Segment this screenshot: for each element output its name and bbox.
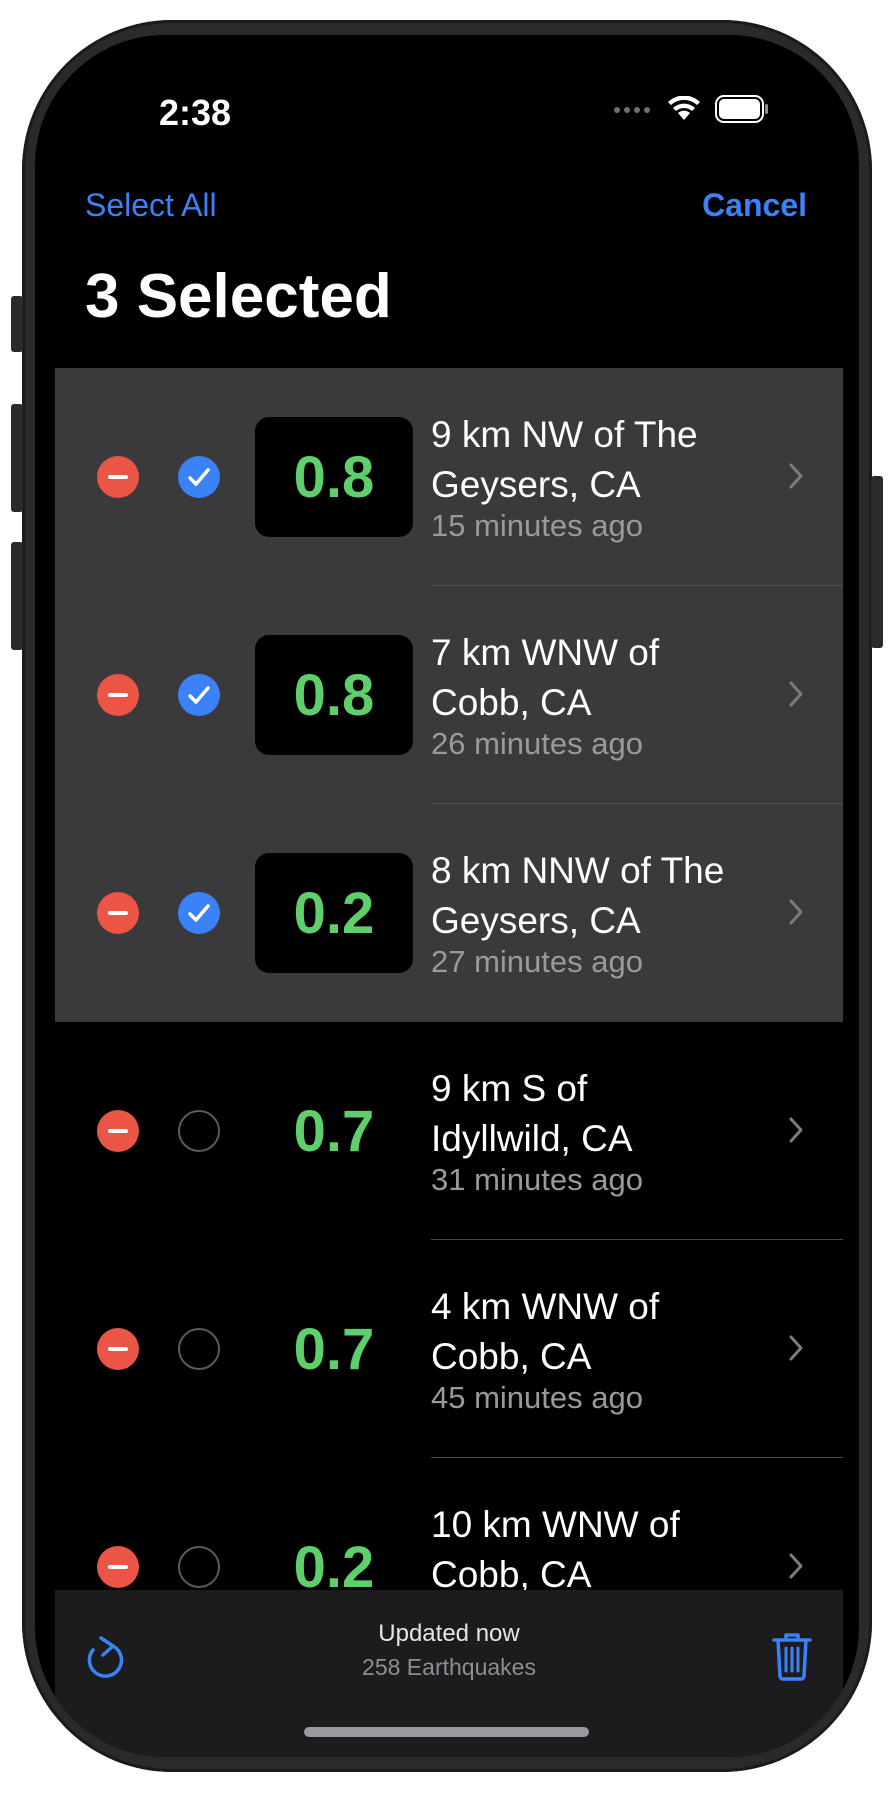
list-item[interactable]: 0.7 9 km S of Idyllwild, CA 31 minutes a… <box>55 1022 843 1240</box>
chevron-right-icon <box>789 899 803 925</box>
updated-label: Updated now <box>378 1620 520 1647</box>
delete-icon[interactable] <box>97 1110 139 1152</box>
screen: 2:38 Select All Cancel 3 Selected 0.8 9 … <box>35 35 859 1757</box>
cancel-button[interactable]: Cancel <box>702 187 807 224</box>
volume-up-button <box>11 404 23 512</box>
wifi-icon <box>668 96 700 120</box>
time-ago-label: 27 minutes ago <box>431 944 643 979</box>
unchecked-circle-icon[interactable] <box>178 1110 220 1152</box>
update-status: Updated now 258 Earthquakes <box>55 1620 843 1681</box>
magnitude-badge: 0.7 <box>255 1289 413 1409</box>
place-label: 9 km S of Idyllwild, CA <box>431 1068 633 1159</box>
magnitude-value: 0.2 <box>293 880 375 946</box>
trash-icon[interactable] <box>771 1630 813 1682</box>
power-button <box>871 476 883 648</box>
list-item[interactable]: 0.8 7 km WNW of Cobb, CA 26 minutes ago <box>55 586 843 804</box>
cellular-icon <box>614 107 650 113</box>
delete-icon[interactable] <box>97 892 139 934</box>
chevron-right-icon <box>789 1117 803 1143</box>
earthquake-count: 258 Earthquakes <box>362 1654 536 1680</box>
checkmark-icon[interactable] <box>178 892 220 934</box>
time-ago-label: 15 minutes ago <box>431 508 643 543</box>
time-ago-label: 26 minutes ago <box>431 726 643 761</box>
earthquake-list: 0.8 9 km NW of The Geysers, CA 15 minute… <box>55 368 843 1676</box>
magnitude-badge: 0.8 <box>255 635 413 755</box>
checkmark-icon[interactable] <box>178 456 220 498</box>
delete-icon[interactable] <box>97 456 139 498</box>
silent-switch <box>11 296 23 352</box>
chevron-right-icon <box>789 1335 803 1361</box>
chevron-right-icon <box>789 681 803 707</box>
battery-icon <box>715 95 768 123</box>
time-ago-label: 45 minutes ago <box>431 1380 643 1415</box>
chevron-right-icon <box>789 1553 803 1579</box>
magnitude-value: 0.7 <box>293 1316 375 1382</box>
place-label: 8 km NNW of The Geysers, CA <box>431 850 725 941</box>
time-ago-label: 31 minutes ago <box>431 1162 643 1197</box>
place-label: 10 km WNW of Cobb, CA <box>431 1504 680 1595</box>
place-label: 7 km WNW of Cobb, CA <box>431 632 660 723</box>
home-indicator[interactable] <box>304 1727 589 1737</box>
checkmark-icon[interactable] <box>178 674 220 716</box>
status-icons <box>613 95 769 123</box>
unchecked-circle-icon[interactable] <box>178 1546 220 1588</box>
delete-icon[interactable] <box>97 1546 139 1588</box>
place-label: 9 km NW of The Geysers, CA <box>431 414 698 505</box>
status-time: 2:38 <box>159 92 232 133</box>
volume-down-button <box>11 542 23 650</box>
unchecked-circle-icon[interactable] <box>178 1328 220 1370</box>
delete-icon[interactable] <box>97 674 139 716</box>
list-item[interactable]: 0.8 9 km NW of The Geysers, CA 15 minute… <box>55 368 843 586</box>
place-label: 4 km WNW of Cobb, CA <box>431 1286 660 1377</box>
magnitude-badge: 0.7 <box>255 1071 413 1191</box>
magnitude-badge: 0.2 <box>255 853 413 973</box>
list-item[interactable]: 0.2 8 km NNW of The Geysers, CA 27 minut… <box>55 804 843 1022</box>
page-title: 3 Selected <box>85 262 392 331</box>
list-item[interactable]: 0.7 4 km WNW of Cobb, CA 45 minutes ago <box>55 1240 843 1458</box>
select-all-button[interactable]: Select All <box>85 187 217 224</box>
status-bar: 2:38 <box>35 35 859 145</box>
magnitude-value: 0.7 <box>293 1098 375 1164</box>
delete-icon[interactable] <box>97 1328 139 1370</box>
chevron-right-icon <box>789 463 803 489</box>
magnitude-badge: 0.8 <box>255 417 413 537</box>
magnitude-value: 0.8 <box>293 662 375 728</box>
magnitude-value: 0.8 <box>293 444 375 510</box>
